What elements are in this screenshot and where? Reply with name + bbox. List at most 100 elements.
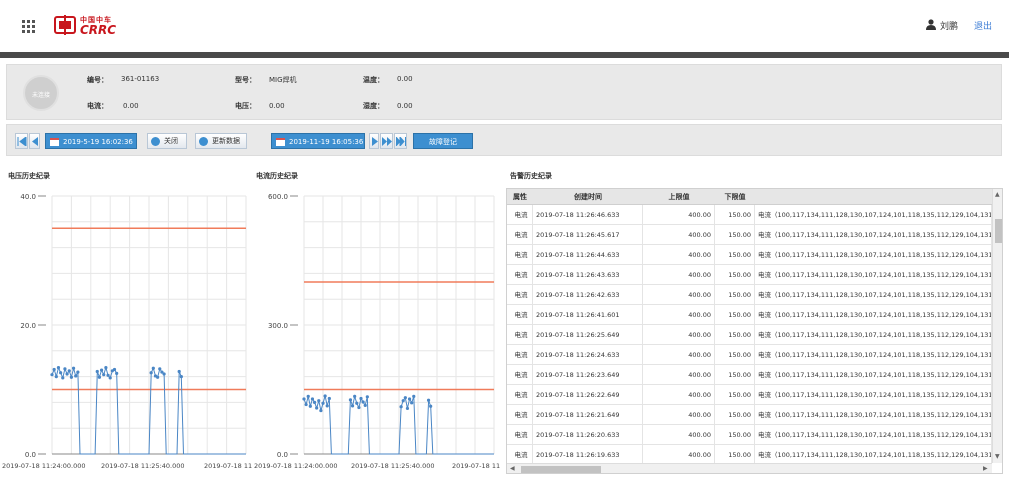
data-point xyxy=(361,400,365,404)
fast-forward-icon xyxy=(382,137,392,146)
col-lower-header[interactable]: 下限值 xyxy=(715,189,755,205)
grid-header: 属性 创建时间 上限值 下限值 xyxy=(507,189,992,205)
table-row[interactable]: 电流 2019-07-18 11:26:46.633 400.00 150.00 电流（… xyxy=(507,205,992,225)
data-point xyxy=(108,376,112,380)
voltage-label: 电压： xyxy=(235,102,256,110)
table-row[interactable]: 电流 2019-07-18 11:26:22.649 400.00 150.00 电流（… xyxy=(507,385,992,405)
cell-time: 2019-07-18 11:26:45.617 xyxy=(533,225,643,245)
x-tick-label: 2019-07-18 11:25:40.000 xyxy=(101,462,185,470)
table-row[interactable]: 电流 2019-07-18 11:26:44.633 400.00 150.00 电流（… xyxy=(507,245,992,265)
cell-attr: 电流 xyxy=(507,325,533,345)
data-point xyxy=(312,400,317,404)
voltage-chart-title: 电压历史纪录 xyxy=(8,172,50,180)
serial-label: 编号： xyxy=(87,76,108,84)
data-point xyxy=(426,398,431,402)
y-tick-label: 600.0 xyxy=(268,193,288,201)
table-row[interactable]: 电流 2019-07-18 11:26:24.633 400.00 150.00 电流（… xyxy=(507,345,992,365)
x-tick-label: 2019-07-18 11:24:00.000 xyxy=(254,462,338,470)
start-date-field[interactable]: 2019-5-19 16:02:36 xyxy=(45,133,137,149)
cell-time: 2019-07-18 11:26:23.649 xyxy=(533,365,643,385)
fault-register-button[interactable]: 故障登记 xyxy=(413,133,473,149)
cell-upper: 400.00 xyxy=(643,405,715,425)
cell-attr: 电流 xyxy=(507,345,533,365)
cell-lower: 150.00 xyxy=(715,345,755,365)
cell-time: 2019-07-18 11:26:22.649 xyxy=(533,385,643,405)
data-point xyxy=(306,394,310,398)
current-chart-svg: 600.0 300.0 0.0 2019-07-18 11:24:00.000 2019… xyxy=(254,193,500,470)
next-page-button[interactable] xyxy=(369,133,379,149)
first-page-icon xyxy=(17,137,27,146)
col-upper-header[interactable]: 上限值 xyxy=(643,189,715,205)
cell-attr: 电流 xyxy=(507,305,533,325)
table-row[interactable]: 电流 2019-07-18 11:26:25.649 400.00 150.00 电流（… xyxy=(507,325,992,345)
cell-attr: 电流 xyxy=(507,285,533,305)
cell-lower: 150.00 xyxy=(715,205,755,225)
cell-lower: 150.00 xyxy=(715,445,755,465)
scroll-down-icon[interactable]: ▼ xyxy=(995,453,1000,460)
cell-detail: 电流（100,117,134,111,128,130,107,124,101,1… xyxy=(755,405,992,425)
data-point xyxy=(102,373,106,377)
vertical-scrollbar[interactable]: ▲ ▼ xyxy=(992,189,1002,463)
data-point xyxy=(177,369,181,374)
data-point xyxy=(59,371,63,375)
cell-detail: 电流（100,117,134,111,128,130,107,124,101,1… xyxy=(755,265,992,285)
scroll-right-icon[interactable]: ▶ xyxy=(983,465,988,472)
cell-lower: 150.00 xyxy=(715,405,755,425)
col-time-header[interactable]: 创建时间 xyxy=(533,189,643,205)
alarm-history-grid: 属性 创建时间 上限值 下限值 电流 2019-07-18 11:26:46.63… xyxy=(506,188,1003,474)
model-label: 型号： xyxy=(235,76,256,84)
refresh-icon xyxy=(199,137,208,146)
temperature-value: 0.00 xyxy=(397,75,413,83)
prev-page-button[interactable] xyxy=(29,133,40,149)
table-row[interactable]: 电流 2019-07-18 11:26:19.633 400.00 150.00 电流（… xyxy=(507,445,992,465)
data-point xyxy=(403,396,407,400)
refresh-data-button[interactable]: 更新数据 xyxy=(195,133,247,149)
last-page-button[interactable] xyxy=(394,133,407,149)
cell-detail: 电流（100,117,134,111,128,130,107,124,101,1… xyxy=(755,425,992,445)
col-attr-header[interactable]: 属性 xyxy=(507,189,533,205)
data-point xyxy=(401,399,405,403)
data-point xyxy=(319,408,323,413)
table-row[interactable]: 电流 2019-07-18 11:26:41.601 400.00 150.00 电流（… xyxy=(507,305,992,325)
cell-detail: 电流（100,117,134,111,128,130,107,124,101,1… xyxy=(755,325,992,345)
current-label: 电流： xyxy=(87,102,108,110)
cell-attr: 电流 xyxy=(507,425,533,445)
logout-link[interactable]: 退出 xyxy=(974,19,992,32)
end-date-field[interactable]: 2019-11-19 16:05:36 xyxy=(271,133,365,149)
table-row[interactable]: 电流 2019-07-18 11:26:21.649 400.00 150.00 电流（… xyxy=(507,405,992,425)
data-point xyxy=(317,399,321,403)
alarm-grid-title: 告警历史纪录 xyxy=(510,172,552,180)
first-page-button[interactable] xyxy=(15,133,28,149)
apps-grid-icon[interactable] xyxy=(22,20,36,34)
serial-value: 361-01163 xyxy=(121,75,160,83)
temperature-label: 温度： xyxy=(363,76,384,84)
user-name[interactable]: 刘鹏 xyxy=(940,19,958,32)
fast-forward-button[interactable] xyxy=(380,133,393,149)
close-button[interactable]: 关闭 xyxy=(147,133,187,149)
cell-upper: 400.00 xyxy=(643,345,715,365)
horizontal-scrollbar[interactable]: ◀ ▶ xyxy=(507,463,992,473)
start-date-value: 2019-5-19 16:02:36 xyxy=(63,138,133,146)
cell-lower: 150.00 xyxy=(715,365,755,385)
scroll-up-icon[interactable]: ▲ xyxy=(995,191,1000,198)
cell-attr: 电流 xyxy=(507,365,533,385)
current-value: 0.00 xyxy=(123,102,139,110)
data-point xyxy=(106,373,110,377)
table-row[interactable]: 电流 2019-07-18 11:26:23.649 400.00 150.00 电流（… xyxy=(507,365,992,385)
data-point xyxy=(149,371,153,375)
scroll-left-icon[interactable]: ◀ xyxy=(510,465,515,472)
horizontal-scroll-thumb[interactable] xyxy=(521,466,601,473)
col-detail-header[interactable] xyxy=(755,189,992,205)
table-row[interactable]: 电流 2019-07-18 11:26:45.617 400.00 150.00 电流（… xyxy=(507,225,992,245)
cell-detail: 电流（100,117,134,111,128,130,107,124,101,1… xyxy=(755,445,992,465)
table-row[interactable]: 电流 2019-07-18 11:26:42.633 400.00 150.00 电流（… xyxy=(507,285,992,305)
table-row[interactable]: 电流 2019-07-18 11:26:20.633 400.00 150.00 电流（… xyxy=(507,425,992,445)
table-row[interactable]: 电流 2019-07-18 11:26:43.633 400.00 150.00 电流（… xyxy=(507,265,992,285)
cell-upper: 400.00 xyxy=(643,265,715,285)
y-tick-label: 0.0 xyxy=(277,451,288,459)
data-point xyxy=(405,406,410,411)
data-point xyxy=(407,397,412,401)
cell-lower: 150.00 xyxy=(715,285,755,305)
vertical-scroll-thumb[interactable] xyxy=(995,219,1002,243)
cell-upper: 400.00 xyxy=(643,325,715,345)
